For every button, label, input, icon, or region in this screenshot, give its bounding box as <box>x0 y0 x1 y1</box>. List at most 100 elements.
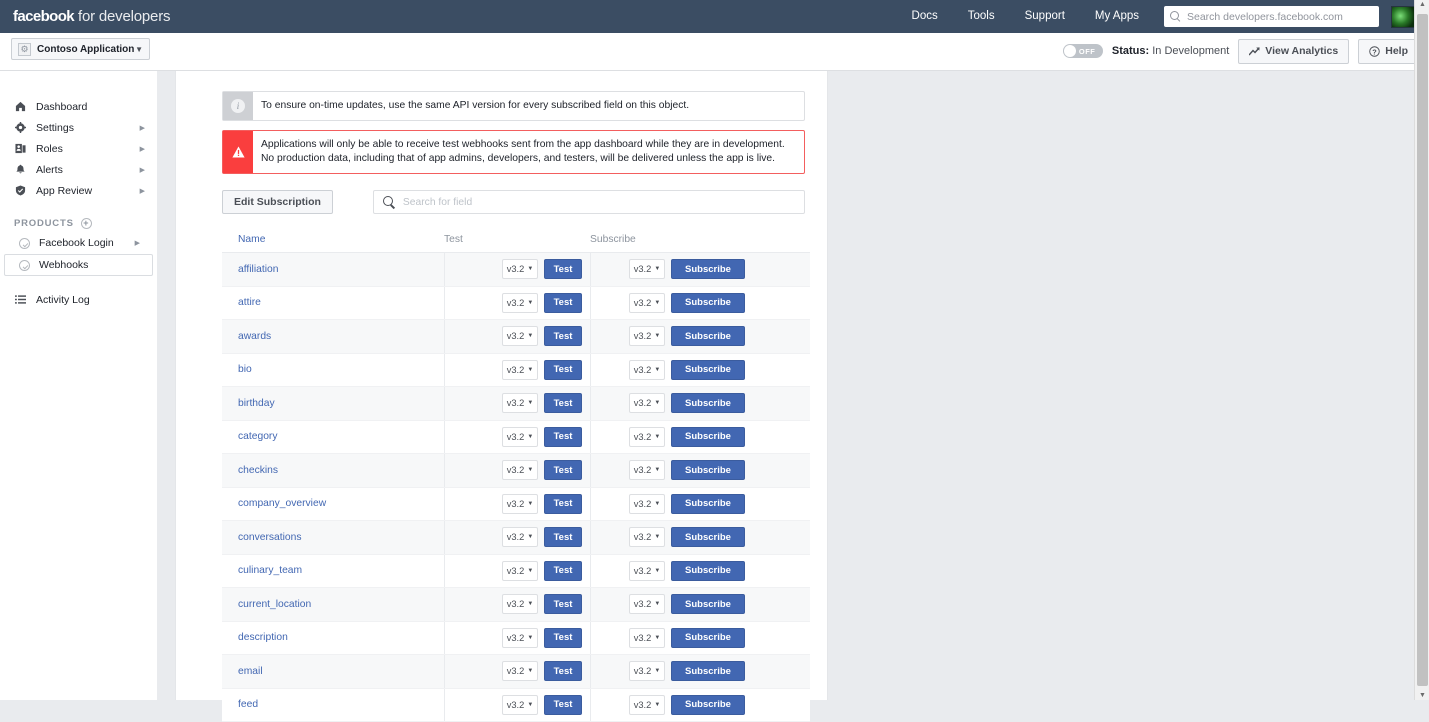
subscribe-version-select[interactable]: v3.2▼ <box>629 527 665 547</box>
subscribe-button[interactable]: Subscribe <box>671 259 745 279</box>
subscribe-version-select[interactable]: v3.2▼ <box>629 594 665 614</box>
subscribe-version-select[interactable]: v3.2▼ <box>629 259 665 279</box>
plus-circle-icon[interactable]: + <box>81 218 92 229</box>
test-version-select[interactable]: v3.2▼ <box>502 661 538 681</box>
subscribe-version-select[interactable]: v3.2▼ <box>629 561 665 581</box>
test-version-select[interactable]: v3.2▼ <box>502 628 538 648</box>
test-version-select[interactable]: v3.2▼ <box>502 427 538 447</box>
test-button[interactable]: Test <box>544 527 582 547</box>
test-version-select[interactable]: v3.2▼ <box>502 360 538 380</box>
global-search-box[interactable]: Search developers.facebook.com <box>1164 6 1379 27</box>
test-version-select[interactable]: v3.2▼ <box>502 259 538 279</box>
test-version-select[interactable]: v3.2▼ <box>502 594 538 614</box>
subscribe-version-select[interactable]: v3.2▼ <box>629 293 665 313</box>
subscribe-button[interactable]: Subscribe <box>671 594 745 614</box>
field-name-link[interactable]: conversations <box>222 532 444 543</box>
test-button[interactable]: Test <box>544 695 582 715</box>
field-name-link[interactable]: email <box>222 666 444 677</box>
field-name-link[interactable]: category <box>222 431 444 442</box>
sidebar-item-alerts[interactable]: Alerts ▶ <box>0 159 157 180</box>
test-button[interactable]: Test <box>544 360 582 380</box>
topnav-link-support[interactable]: Support <box>1010 0 1080 33</box>
live-mode-toggle[interactable]: OFF <box>1063 44 1103 58</box>
scrollbar-thumb[interactable] <box>1417 14 1428 686</box>
test-version-select[interactable]: v3.2▼ <box>502 561 538 581</box>
sidebar-item-settings[interactable]: Settings ▶ <box>0 117 157 138</box>
topnav-link-myapps[interactable]: My Apps <box>1080 0 1154 33</box>
field-name-link[interactable]: attire <box>222 297 444 308</box>
subscribe-version-select[interactable]: v3.2▼ <box>629 360 665 380</box>
subscribe-version-select[interactable]: v3.2▼ <box>629 393 665 413</box>
subscribe-version-select[interactable]: v3.2▼ <box>629 326 665 346</box>
subscribe-button[interactable]: Subscribe <box>671 427 745 447</box>
subscribe-version-select[interactable]: v3.2▼ <box>629 661 665 681</box>
app-selector-dropdown[interactable]: ⚙ Contoso Application ▼ <box>11 38 150 60</box>
test-button[interactable]: Test <box>544 326 582 346</box>
test-version-select[interactable]: v3.2▼ <box>502 695 538 715</box>
view-analytics-button[interactable]: View Analytics <box>1238 39 1349 64</box>
chevron-right-icon: ▶ <box>140 124 145 132</box>
topnav-link-tools[interactable]: Tools <box>953 0 1010 33</box>
field-name-link[interactable]: birthday <box>222 398 444 409</box>
topnav-link-docs[interactable]: Docs <box>897 0 953 33</box>
test-button[interactable]: Test <box>544 494 582 514</box>
subscribe-button[interactable]: Subscribe <box>671 393 745 413</box>
field-name-link[interactable]: bio <box>222 364 444 375</box>
test-cell: v3.2▼ Test <box>444 655 590 688</box>
field-name-link[interactable]: affiliation <box>222 264 444 275</box>
help-button[interactable]: ? Help <box>1358 39 1419 64</box>
sidebar-item-activity-log[interactable]: Activity Log <box>0 289 157 310</box>
test-button[interactable]: Test <box>544 561 582 581</box>
field-name-link[interactable]: feed <box>222 699 444 710</box>
subscribe-button[interactable]: Subscribe <box>671 628 745 648</box>
field-name-link[interactable]: awards <box>222 331 444 342</box>
test-button[interactable]: Test <box>544 427 582 447</box>
subscribe-button[interactable]: Subscribe <box>671 695 745 715</box>
subscribe-version-select[interactable]: v3.2▼ <box>629 427 665 447</box>
test-version-select[interactable]: v3.2▼ <box>502 393 538 413</box>
subscribe-version-select[interactable]: v3.2▼ <box>629 628 665 648</box>
test-button[interactable]: Test <box>544 661 582 681</box>
page-scrollbar[interactable]: ▲ ▼ <box>1414 0 1429 700</box>
test-version-select[interactable]: v3.2▼ <box>502 293 538 313</box>
test-version-select[interactable]: v3.2▼ <box>502 527 538 547</box>
test-button[interactable]: Test <box>544 293 582 313</box>
subscribe-button[interactable]: Subscribe <box>671 293 745 313</box>
sidebar-item-dashboard[interactable]: Dashboard <box>0 96 157 117</box>
sidebar-item-webhooks[interactable]: Webhooks <box>4 254 153 276</box>
subscribe-button[interactable]: Subscribe <box>671 527 745 547</box>
field-name-link[interactable]: checkins <box>222 465 444 476</box>
field-name-link[interactable]: company_overview <box>222 498 444 509</box>
subscribe-version-select[interactable]: v3.2▼ <box>629 494 665 514</box>
test-button[interactable]: Test <box>544 393 582 413</box>
subscribe-button[interactable]: Subscribe <box>671 561 745 581</box>
test-version-select[interactable]: v3.2▼ <box>502 460 538 480</box>
subscribe-cell: v3.2▼ Subscribe <box>590 320 810 353</box>
test-button[interactable]: Test <box>544 628 582 648</box>
test-version-select[interactable]: v3.2▼ <box>502 494 538 514</box>
subscribe-button[interactable]: Subscribe <box>671 494 745 514</box>
subscribe-button[interactable]: Subscribe <box>671 661 745 681</box>
field-name-link[interactable]: description <box>222 632 444 643</box>
subscribe-button[interactable]: Subscribe <box>671 360 745 380</box>
subscribe-button[interactable]: Subscribe <box>671 326 745 346</box>
brand-logo[interactable]: facebook for developers <box>13 8 170 25</box>
test-button[interactable]: Test <box>544 594 582 614</box>
test-button[interactable]: Test <box>544 259 582 279</box>
test-version-select[interactable]: v3.2▼ <box>502 326 538 346</box>
subscribe-version-select[interactable]: v3.2▼ <box>629 460 665 480</box>
sidebar-item-app-review[interactable]: App Review ▶ <box>0 180 157 201</box>
sidebar-item-facebook-login[interactable]: Facebook Login ▶ <box>4 232 153 254</box>
subscribe-version-select[interactable]: v3.2▼ <box>629 695 665 715</box>
sidebar-item-roles[interactable]: Roles ▶ <box>0 138 157 159</box>
edit-subscription-button[interactable]: Edit Subscription <box>222 190 333 214</box>
field-search-input[interactable]: Search for field <box>373 190 805 214</box>
field-name-link[interactable]: culinary_team <box>222 565 444 576</box>
help-label: Help <box>1385 45 1408 57</box>
subscribe-button[interactable]: Subscribe <box>671 460 745 480</box>
test-button[interactable]: Test <box>544 460 582 480</box>
scroll-down-arrow-icon[interactable]: ▼ <box>1419 692 1426 699</box>
scroll-up-arrow-icon[interactable]: ▲ <box>1419 1 1426 8</box>
field-name-link[interactable]: current_location <box>222 599 444 610</box>
subscribe-version-value: v3.2 <box>634 532 652 542</box>
